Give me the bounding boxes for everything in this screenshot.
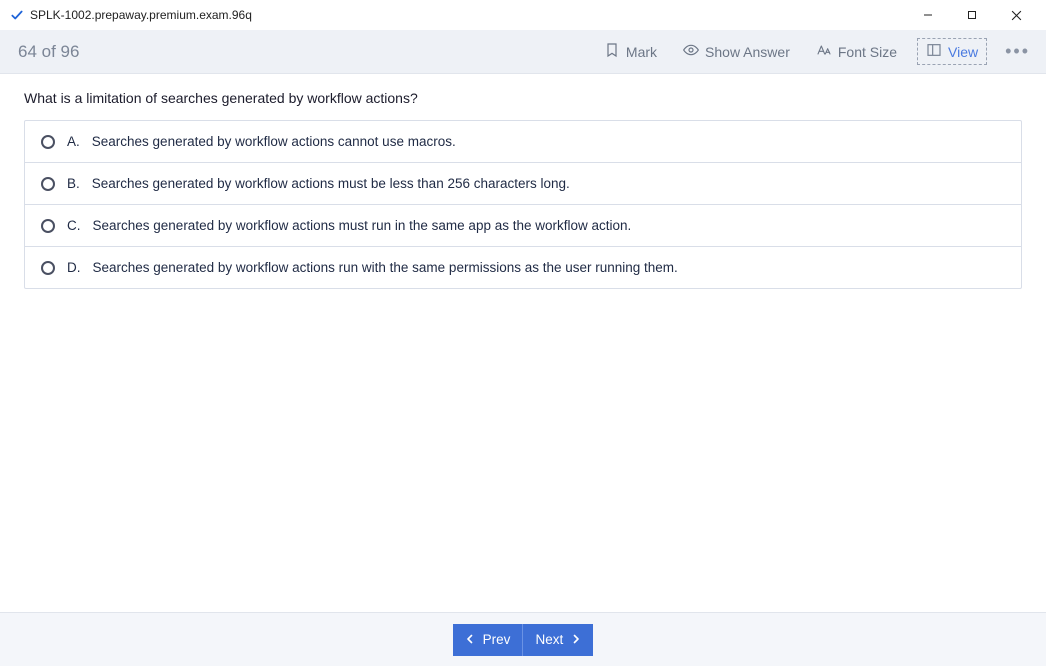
radio-icon [41,177,55,191]
radio-icon [41,135,55,149]
radio-icon [41,261,55,275]
mark-button[interactable]: Mark [598,38,663,65]
minimize-button[interactable] [906,0,950,30]
prev-button[interactable]: Prev [453,624,524,656]
option-text: Searches generated by workflow actions c… [92,134,456,149]
chevron-right-icon [571,632,581,647]
option-text: Searches generated by workflow actions m… [92,176,570,191]
app-checkmark-icon [10,8,24,22]
option-a[interactable]: A. Searches generated by workflow action… [25,121,1021,163]
font-size-label: Font Size [838,44,897,60]
option-text: Searches generated by workflow actions r… [93,260,678,275]
title-bar: SPLK-1002.prepaway.premium.exam.96q [0,0,1046,30]
bookmark-icon [604,42,620,61]
show-answer-label: Show Answer [705,44,790,60]
option-c[interactable]: C. Searches generated by workflow action… [25,205,1021,247]
window-title: SPLK-1002.prepaway.premium.exam.96q [30,8,252,22]
question-stem: What is a limitation of searches generat… [24,90,1022,106]
mark-label: Mark [626,44,657,60]
option-letter: A. [67,134,80,149]
option-text: Searches generated by workflow actions m… [93,218,632,233]
options-list: A. Searches generated by workflow action… [24,120,1022,289]
next-button[interactable]: Next [523,624,593,656]
option-d[interactable]: D. Searches generated by workflow action… [25,247,1021,288]
eye-icon [683,42,699,61]
font-size-button[interactable]: Font Size [810,38,903,65]
option-b[interactable]: B. Searches generated by workflow action… [25,163,1021,205]
show-answer-button[interactable]: Show Answer [677,38,796,65]
radio-icon [41,219,55,233]
maximize-button[interactable] [950,0,994,30]
font-size-icon [816,42,832,61]
question-panel: What is a limitation of searches generat… [0,74,1046,612]
view-layout-icon [926,42,942,61]
option-letter: B. [67,176,80,191]
chevron-left-icon [465,632,475,647]
nav-footer: Prev Next [0,612,1046,666]
toolbar: 64 of 96 Mark Show Answer Font Size View… [0,30,1046,74]
more-options-button[interactable]: ••• [1001,41,1034,62]
view-label: View [948,44,978,60]
prev-label: Prev [483,632,511,647]
view-button[interactable]: View [917,38,987,65]
option-letter: D. [67,260,81,275]
option-letter: C. [67,218,81,233]
close-button[interactable] [994,0,1038,30]
next-label: Next [535,632,563,647]
progress-indicator: 64 of 96 [18,42,79,62]
